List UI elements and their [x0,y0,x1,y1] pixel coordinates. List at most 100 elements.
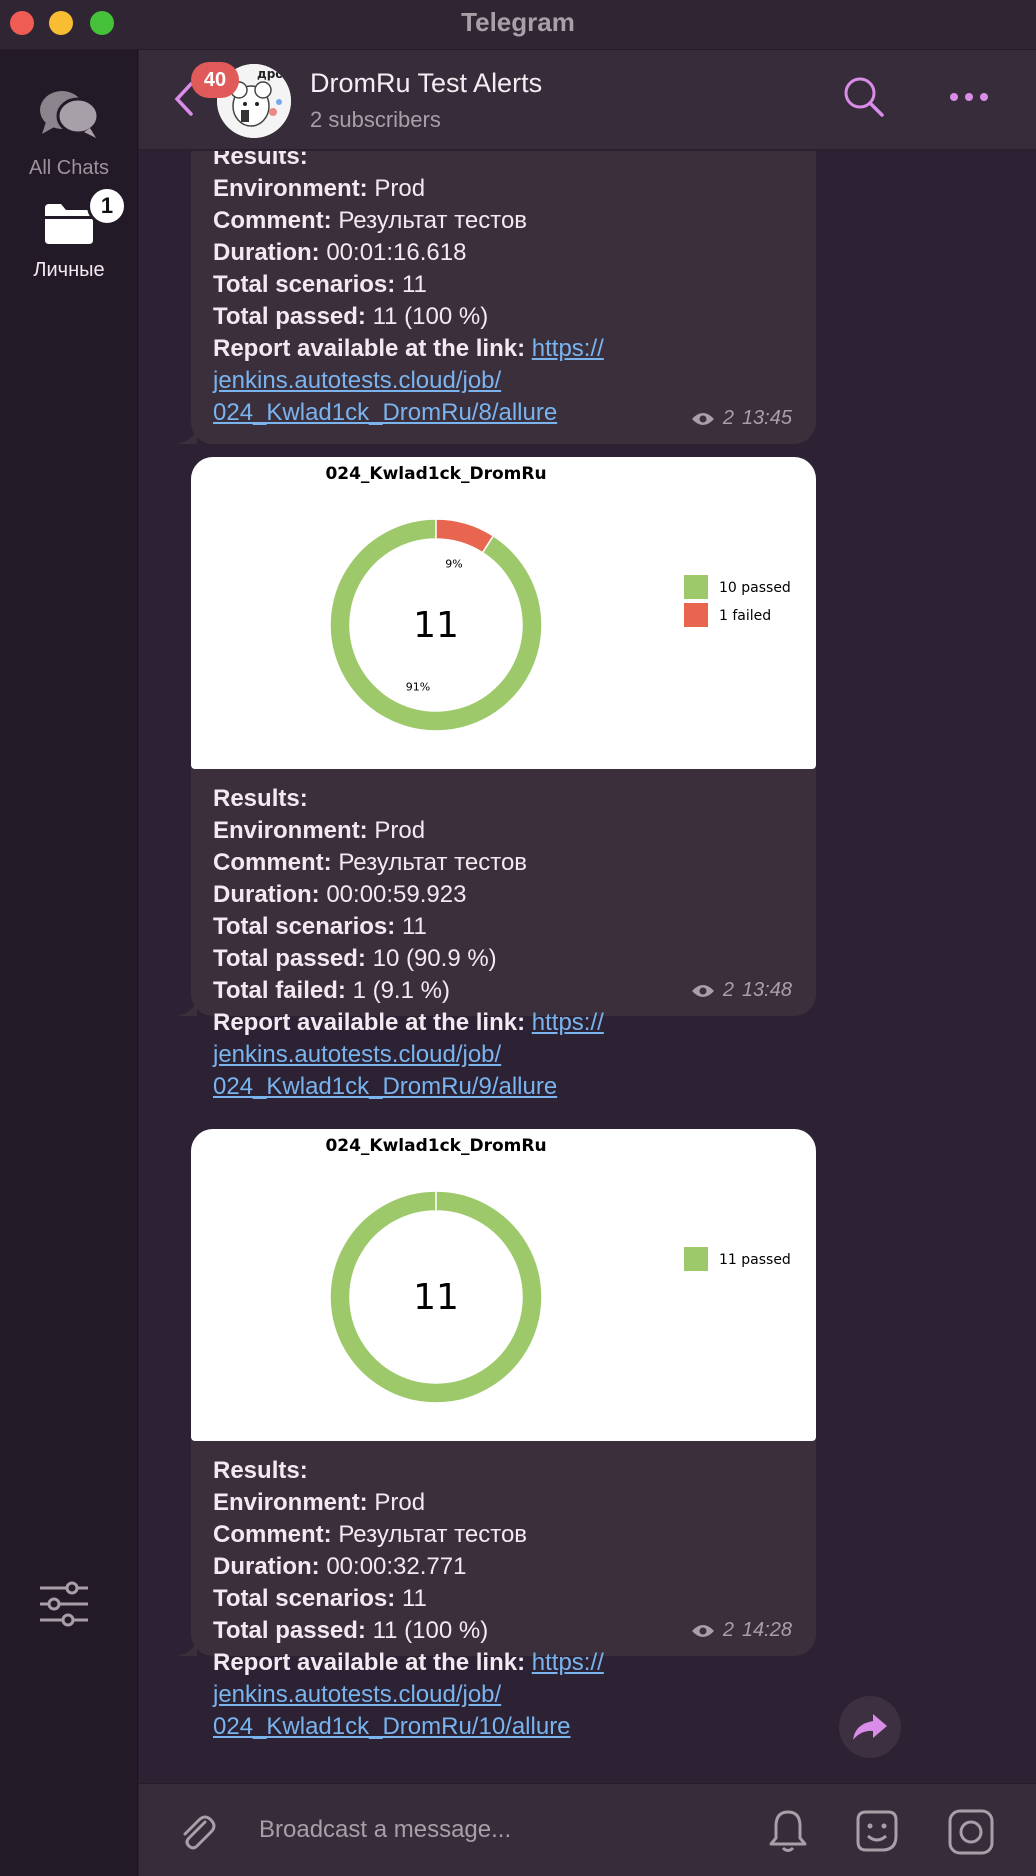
more-options-icon[interactable] [949,92,989,102]
legend-label: 10 passed [719,580,791,596]
message-meta: 2 14:28 [691,1619,792,1642]
total-scenarios-label: Total scenarios: [213,1585,396,1612]
report-link[interactable]: 024_Kwlad1ck_DromRu/8/allure [213,399,557,426]
duration-value: 00:01:16.618 [326,239,467,266]
report-link[interactable]: https:// [532,1009,604,1036]
total-failed-label: Total failed: [213,977,346,1004]
report-label: Report available at the link: [213,1009,526,1036]
message-bubble[interactable]: Results: Environment: Prod Comment: Резу… [177,151,816,444]
total-scenarios-value: 11 [401,271,427,298]
comment-value: Результат тестов [338,1521,528,1548]
views-count: 2 [722,407,734,429]
app-title: Telegram [461,7,575,37]
legend-swatch [684,603,708,627]
comment-value: Результат тестов [338,849,528,876]
composer-bar: Broadcast a message... [139,1783,1036,1876]
results-heading: Results: [213,785,308,812]
duration-label: Duration: [213,239,320,266]
chart-title: 024_Kwlad1ck_DromRu [325,464,546,484]
views-count: 2 [722,1619,734,1641]
environment-label: Environment: [213,817,368,844]
center-total-label: 11 [413,605,459,646]
legend-label: 1 failed [719,608,771,624]
search-icon[interactable] [843,76,885,118]
chats-icon [40,91,100,138]
total-passed-label: Total passed: [213,303,366,330]
camera-icon[interactable] [947,1808,995,1856]
environment-label: Environment: [213,175,368,202]
environment-value: Prod [374,175,426,202]
duration-label: Duration: [213,881,320,908]
views-icon [691,1624,714,1637]
environment-label: Environment: [213,1489,368,1516]
total-passed-value: 10 (90.9 %) [372,945,497,972]
comment-label: Comment: [213,1521,332,1548]
folders-sidebar: All Chats 1 Личные [0,50,138,1876]
forward-icon [853,1714,887,1740]
report-link[interactable]: jenkins.autotests.cloud/job/ [213,367,501,394]
report-label: Report available at the link: [213,335,526,362]
message-time: 13:45 [741,407,792,429]
message-meta: 2 13:45 [691,407,792,430]
views-count: 2 [722,979,734,1001]
sidebar-item-label: All Chats [28,157,110,179]
title-bar: Telegram [0,0,1036,50]
total-scenarios-label: Total scenarios: [213,913,396,940]
results-heading: Results: [213,151,308,170]
attach-icon[interactable] [175,1810,219,1854]
message-input[interactable]: Broadcast a message... [259,1816,511,1844]
report-link[interactable]: https:// [532,1649,604,1676]
message-time: 13:48 [741,979,792,1001]
duration-label: Duration: [213,1553,320,1580]
chart-title: 024_Kwlad1ck_DromRu [325,1136,546,1156]
filter-settings-icon[interactable] [38,1580,90,1628]
total-scenarios-value: 11 [401,913,427,940]
report-link[interactable]: https:// [532,335,604,362]
total-scenarios-value: 11 [401,1585,427,1612]
avatar-logo-text: дром [257,67,291,81]
report-link[interactable]: 024_Kwlad1ck_DromRu/9/allure [213,1073,557,1100]
total-failed-value: 1 (9.1 %) [352,977,450,1004]
bubble-tail [177,998,197,1016]
sidebar-item-all-chats[interactable]: All Chats [0,88,138,180]
environment-value: Prod [374,1489,426,1516]
views-icon [691,412,714,425]
notifications-bell-icon[interactable] [766,1808,810,1854]
environment-value: Prod [374,817,426,844]
sidebar-item-personal[interactable]: 1 Личные [0,186,138,282]
sidebar-item-label: Личные [33,259,105,281]
message-bubble[interactable]: 024_Kwlad1ck_DromRu 11 11 passed Results: … [177,1129,816,1740]
chat-header: 40 дром DromRu Test Alerts 2 subscribers [139,50,1036,150]
duration-value: 00:00:32.771 [326,1553,467,1580]
channel-title[interactable]: DromRu Test Alerts [310,68,542,99]
comment-label: Comment: [213,849,332,876]
message-meta: 2 13:48 [691,979,792,1002]
slice-label: 91% [406,680,430,693]
duration-value: 00:00:59.923 [326,881,467,908]
bubble-tail [177,1638,197,1656]
donut-slice [435,518,495,554]
message-bubble[interactable]: 024_Kwlad1ck_DromRu 91% 9% 11 10 passed 1 fai… [177,457,816,1100]
chart-image[interactable]: 024_Kwlad1ck_DromRu 11 11 passed [191,1129,816,1441]
message-time: 14:28 [741,1619,792,1641]
comment-value: Результат тестов [338,207,528,234]
unread-count-badge: 40 [191,62,239,98]
allure-donut-chart: 024_Kwlad1ck_DromRu 11 11 passed [325,1136,791,1404]
bubble-tail [177,426,197,444]
results-heading: Results: [213,1457,308,1484]
sticker-icon[interactable] [852,1806,902,1856]
total-scenarios-label: Total scenarios: [213,271,396,298]
chart-image[interactable]: 024_Kwlad1ck_DromRu 91% 9% 11 10 passed 1 fai… [191,457,816,769]
center-total-label: 11 [413,1277,459,1318]
message-list[interactable]: Results: Environment: Prod Comment: Резу… [139,151,1036,1783]
report-link[interactable]: jenkins.autotests.cloud/job/ [213,1041,501,1068]
forward-button[interactable] [839,1696,901,1758]
total-passed-value: 11 (100 %) [372,303,489,330]
allure-donut-chart: 024_Kwlad1ck_DromRu 91% 9% 11 10 passed 1 fai… [325,464,791,732]
total-passed-label: Total passed: [213,945,366,972]
report-link[interactable]: 024_Kwlad1ck_DromRu/10/allure [213,1713,571,1740]
comment-label: Comment: [213,207,332,234]
legend-label: 11 passed [719,1252,791,1268]
total-passed-value: 11 (100 %) [372,1617,489,1644]
report-link[interactable]: jenkins.autotests.cloud/job/ [213,1681,501,1708]
